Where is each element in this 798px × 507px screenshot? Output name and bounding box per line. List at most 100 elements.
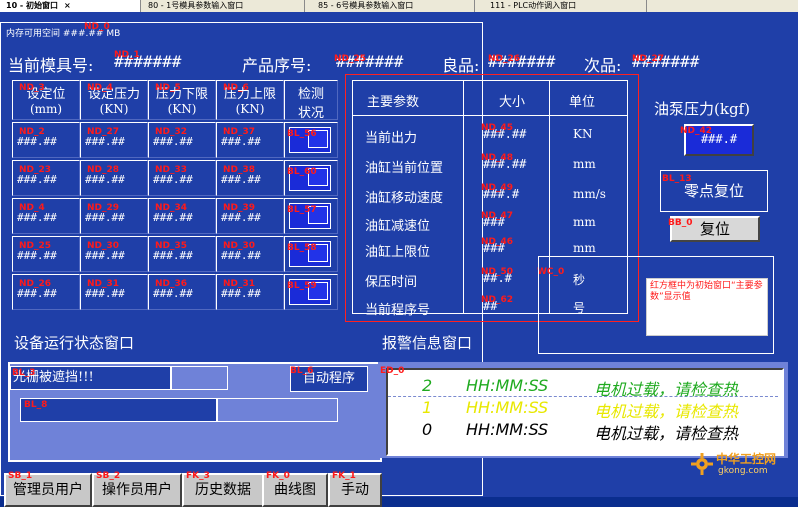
setpoint-cell[interactable]: ###.## ND_27: [80, 122, 148, 158]
function-key-tag: SB_1: [8, 471, 33, 481]
params-header-name: 主要参数: [367, 95, 420, 110]
tab-plc-action[interactable]: 111 - PLC动作调入窗口: [484, 0, 647, 12]
param-name: 油缸减速位: [365, 219, 431, 234]
status-cell: BL_57: [284, 198, 338, 234]
setpoint-table: 设定位 (mm) ND_3 设定压力 (KN) ND_4 压力下限 (KN) N…: [12, 80, 342, 316]
function-key-tag: FK_3: [186, 471, 210, 481]
params-header-unit: 单位: [569, 95, 596, 110]
setpoint-cell[interactable]: ###.## ND_34: [148, 198, 216, 234]
setpoint-tag: ND_34: [155, 203, 188, 213]
function-key-label: 历史数据: [195, 482, 251, 498]
param-unit: KN: [573, 127, 593, 141]
alarm-number: 1: [422, 398, 433, 417]
col-header-position: 设定位 (mm) ND_3: [12, 80, 80, 120]
setpoint-cell[interactable]: ###.## ND_30: [216, 236, 284, 272]
alarm-row[interactable]: 0 HH:MM:SS 电机过载，请检查热: [388, 420, 778, 443]
setpoint-cell[interactable]: ###.## ND_31: [80, 274, 148, 310]
param-unit: mm: [573, 215, 596, 229]
function-key-button[interactable]: 曲线图 FK_0: [262, 471, 328, 507]
watermark-url: gkong.com: [718, 466, 768, 476]
function-key-label: 曲线图: [274, 482, 316, 498]
setpoint-cell[interactable]: ###.## ND_2: [12, 122, 80, 158]
setpoint-cell[interactable]: ###.## ND_28: [80, 160, 148, 196]
tab-label: 85 - 6号模具参数输入窗口: [318, 1, 414, 10]
function-key-button[interactable]: 手动 FK_1: [328, 471, 382, 507]
serial-label: 产品序号:: [242, 56, 312, 75]
setpoint-cell[interactable]: ###.## ND_31: [216, 274, 284, 310]
close-icon[interactable]: ×: [64, 1, 71, 10]
good-tag: ND_26: [488, 54, 521, 64]
setpoint-cell[interactable]: ###.## ND_25: [12, 236, 80, 272]
status-window-title: 设备运行状态窗口: [14, 334, 135, 352]
setpoint-cell[interactable]: ###.## ND_39: [216, 198, 284, 234]
indicator-tag: BL_57: [287, 205, 317, 215]
setpoint-cell[interactable]: ###.## ND_23: [12, 160, 80, 196]
setpoint-cell[interactable]: ###.## ND_32: [148, 122, 216, 158]
function-key-label: 管理员用户: [13, 482, 83, 498]
good-label: 良品:: [442, 56, 480, 75]
status-window: 光栅被遮挡!!! BL_3 自动程序 BL_6 BL_8: [8, 362, 382, 462]
alarm-window-title: 报警信息窗口: [382, 334, 473, 352]
setpoint-tag: ND_37: [223, 127, 256, 137]
setpoint-cell[interactable]: ###.## ND_33: [148, 160, 216, 196]
setpoint-tag: ND_31: [87, 279, 120, 289]
alarm-list[interactable]: 2 HH:MM:SS 电机过载，请检查热 1 HH:MM:SS 电机过载，请检查热 0 HH:…: [386, 368, 784, 456]
function-key-button[interactable]: 历史数据 FK_3: [182, 471, 264, 507]
setpoint-tag: ND_29: [87, 203, 120, 213]
hmi-screen: 内存可用空间 ###.## MB ND_0 当前模具号: ####### ND_…: [0, 12, 798, 507]
function-key-button[interactable]: 操作员用户 SB_2: [92, 471, 182, 507]
col-header-upper-limit: 压力上限 (KN) ND_6: [216, 80, 284, 120]
param-tag: ND_50: [481, 267, 514, 277]
tab-label: 111 - PLC动作调入窗口: [490, 1, 577, 10]
tab-mold6-params[interactable]: 85 - 6号模具参数输入窗口: [312, 0, 475, 12]
tab-label: 80 - 1号模具参数输入窗口: [148, 1, 244, 10]
setpoint-cell[interactable]: ###.## ND_26: [12, 274, 80, 310]
tab-mold1-params[interactable]: 80 - 1号模具参数输入窗口: [142, 0, 305, 12]
zero-reset-tag: BL_13: [662, 174, 692, 184]
divider: [463, 81, 464, 313]
function-key-tag: FK_0: [266, 471, 290, 481]
gear-logo-icon: [690, 452, 714, 476]
setpoint-tag: ND_25: [19, 241, 52, 251]
bad-label: 次品:: [584, 56, 622, 75]
pump-pressure-tag: ND_42: [680, 126, 713, 136]
setpoint-cell[interactable]: ###.## ND_36: [148, 274, 216, 310]
param-name: 保压时间: [365, 275, 418, 290]
status-cell: BL_58: [284, 236, 338, 272]
param-name: 油缸移动速度: [365, 191, 444, 206]
setpoint-tag: ND_26: [19, 279, 52, 289]
setpoint-cell[interactable]: ###.## ND_29: [80, 198, 148, 234]
setpoint-tag: ND_28: [87, 165, 120, 175]
alarm-row[interactable]: 1 HH:MM:SS 电机过载，请检查热: [388, 398, 778, 421]
tab-initial-window[interactable]: 10 - 初始窗口 ×: [0, 0, 141, 12]
alarm-message: 电机过载，请检查热: [594, 380, 739, 399]
setpoint-cell[interactable]: ###.## ND_30: [80, 236, 148, 272]
function-key-tag: SB_2: [96, 471, 121, 481]
watermark-text: 中华工控网: [716, 452, 777, 466]
setpoint-cell[interactable]: ###.## ND_38: [216, 160, 284, 196]
setpoint-tag: ND_4: [19, 203, 45, 213]
status-cell: BL_56: [284, 122, 338, 158]
param-name: 油缸上限位: [365, 245, 431, 260]
function-key-button[interactable]: 管理员用户 SB_1: [4, 471, 92, 507]
setpoint-tag: ND_30: [87, 241, 120, 251]
indicator-tag: BL_58: [287, 243, 317, 253]
setpoint-cell[interactable]: ###.## ND_37: [216, 122, 284, 158]
setpoint-tag: ND_31: [223, 279, 256, 289]
setpoint-tag: ND_32: [155, 127, 188, 137]
setpoint-tag: ND_30: [223, 241, 256, 251]
setpoint-tag: ND_39: [223, 203, 256, 213]
alarm-row[interactable]: 2 HH:MM:SS 电机过载，请检查热: [388, 376, 778, 399]
param-unit: mm: [573, 157, 596, 171]
setpoint-tag: ND_38: [223, 165, 256, 175]
mold-tag: ND_1: [114, 50, 140, 60]
alarm-message: 电机过载，请检查热: [594, 424, 739, 443]
setpoint-tag: ND_36: [155, 279, 188, 289]
setpoint-cell[interactable]: ###.## ND_35: [148, 236, 216, 272]
indicator-tag: BL_56: [287, 129, 317, 139]
param-name: 当前出力: [365, 131, 418, 146]
note-box: 红方框中为初始窗口“主要参数”显示值: [646, 278, 768, 336]
alarm-number: 2: [422, 376, 433, 395]
setpoint-cell[interactable]: ###.## ND_4: [12, 198, 80, 234]
status-cell: BL_59: [284, 274, 338, 310]
